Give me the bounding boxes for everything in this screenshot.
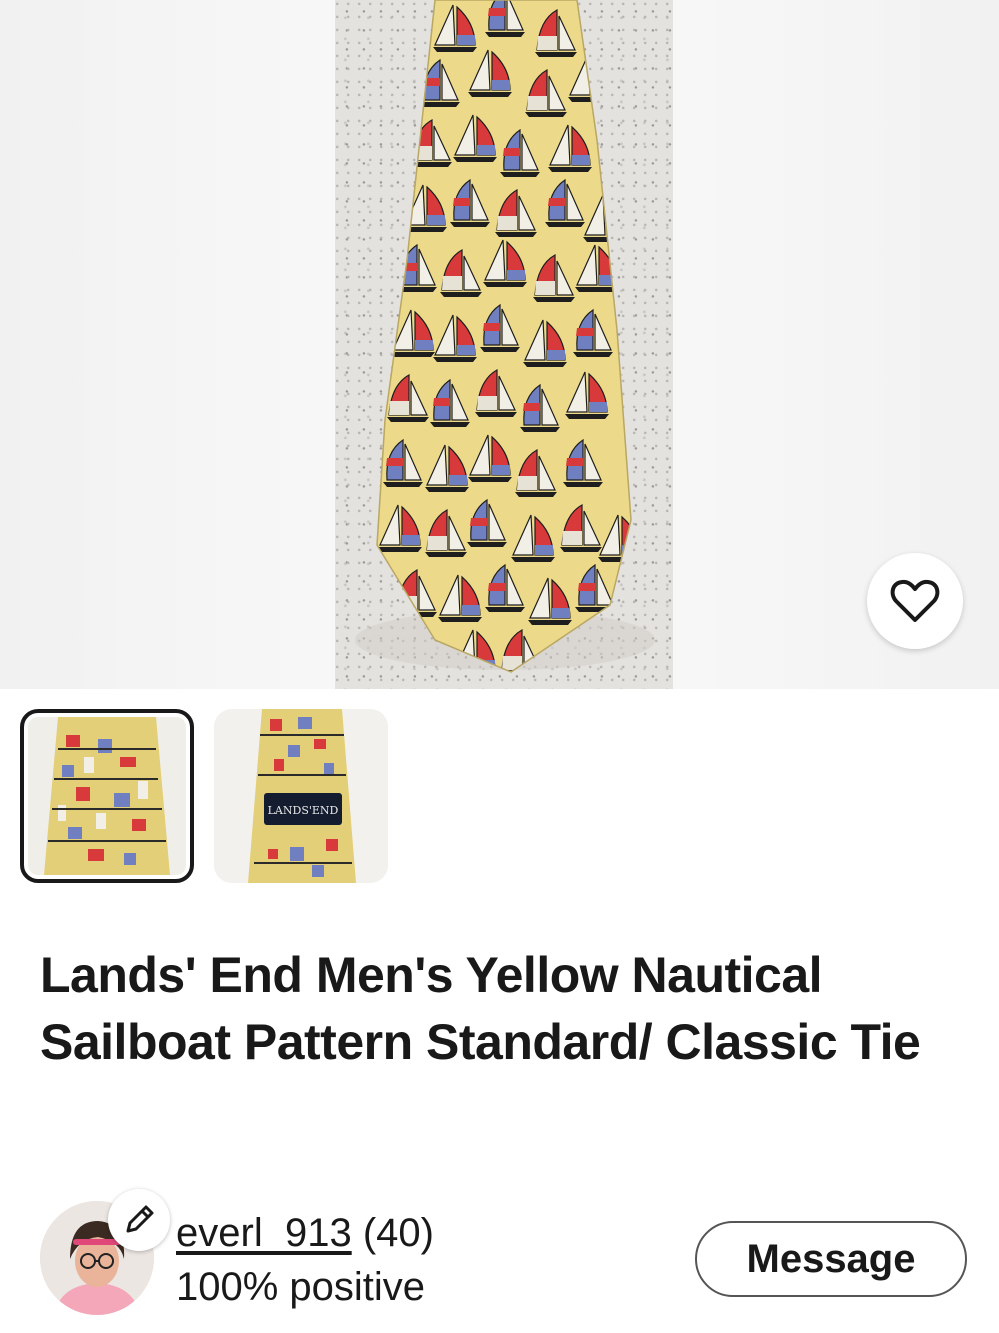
brand-label: LANDS'END <box>268 804 339 817</box>
watchlist-button[interactable] <box>867 553 963 649</box>
main-product-photo[interactable] <box>335 0 673 689</box>
seller-feedback-count: (40) <box>362 1211 434 1255</box>
thumbnail-image: LANDS'END <box>214 709 388 883</box>
listing-image-viewer[interactable] <box>0 0 999 689</box>
seller-info: everl_913 (40) <box>176 1209 434 1257</box>
message-button[interactable]: Message <box>695 1221 967 1297</box>
thumbnail-image <box>28 717 186 875</box>
pencil-icon <box>126 1205 154 1233</box>
seller-positive-rating: 100% positive <box>176 1265 426 1309</box>
gallery-thumbnail-2[interactable]: LANDS'END <box>214 709 388 883</box>
heart-icon <box>890 579 940 622</box>
gallery-thumbnail-1[interactable] <box>20 709 194 883</box>
listing-title: Lands' End Men's Yellow Nautical Sailboa… <box>40 947 921 1070</box>
tie-illustration <box>355 0 655 673</box>
edit-button[interactable] <box>108 1189 170 1251</box>
seller-username-link[interactable]: everl_913 <box>176 1211 352 1255</box>
